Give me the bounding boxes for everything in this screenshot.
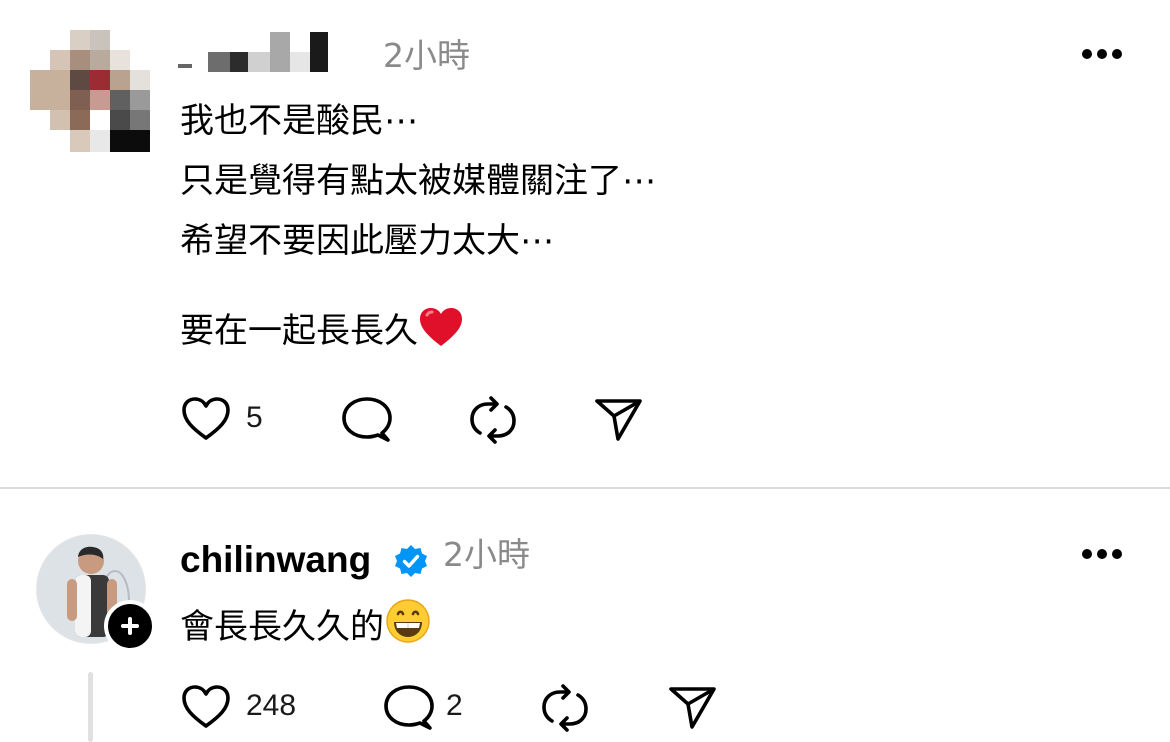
comment-post-2: chilinwang 2小時 會長長久久的 248 2 (0, 488, 1170, 742)
reply-button[interactable]: 2 (382, 680, 482, 734)
avatar-pixelated[interactable] (30, 30, 150, 152)
comment-text-line-with-emoji: 要在一起長長久 (180, 306, 464, 352)
username-pixelated[interactable] (178, 30, 358, 74)
username[interactable]: chilinwang (180, 538, 371, 582)
like-button[interactable]: 248 (180, 680, 320, 734)
comment-text-line: 希望不要因此壓力太大⋯ (180, 221, 554, 261)
comment-text: 要在一起長長久 (180, 311, 418, 351)
more-icon[interactable] (1082, 548, 1122, 560)
timestamp: 2小時 (383, 36, 470, 75)
thread-line (88, 672, 93, 742)
comment-text-line-with-emoji: 會長長久久的 (180, 598, 432, 647)
comment-post-1: 2小時 我也不是酸民⋯ 只是覺得有點太被媒體關注了⋯ 希望不要因此壓力太大⋯ 要… (0, 0, 1170, 488)
heart-icon (182, 685, 230, 728)
like-count: 5 (246, 401, 263, 434)
more-icon[interactable] (1082, 48, 1122, 60)
share-icon (595, 399, 642, 441)
comment-icon (384, 685, 434, 730)
comment-icon (342, 397, 392, 442)
follow-plus-icon[interactable] (104, 600, 156, 652)
reply-count: 2 (446, 689, 463, 722)
grinning-face-emoji (384, 598, 432, 656)
like-button[interactable]: 5 (180, 392, 270, 446)
comment-text: 會長長久久的 (180, 607, 384, 647)
share-button[interactable] (592, 392, 646, 446)
comment-text-line: 我也不是酸民⋯ (180, 101, 418, 141)
heart-emoji (418, 306, 464, 360)
timestamp: 2小時 (443, 535, 530, 574)
repost-button[interactable] (538, 680, 592, 734)
share-icon (669, 687, 716, 729)
heart-icon (182, 397, 230, 440)
share-button[interactable] (666, 680, 720, 734)
comment-text-line: 只是覺得有點太被媒體關注了⋯ (180, 161, 656, 201)
action-bar: 5 (180, 392, 780, 446)
repost-icon (542, 684, 588, 732)
action-bar: 248 2 (180, 680, 780, 734)
reply-button[interactable] (340, 392, 394, 446)
verified-badge-icon (395, 545, 427, 577)
like-count: 248 (246, 689, 297, 722)
repost-button[interactable] (466, 392, 520, 446)
repost-icon (470, 396, 516, 444)
